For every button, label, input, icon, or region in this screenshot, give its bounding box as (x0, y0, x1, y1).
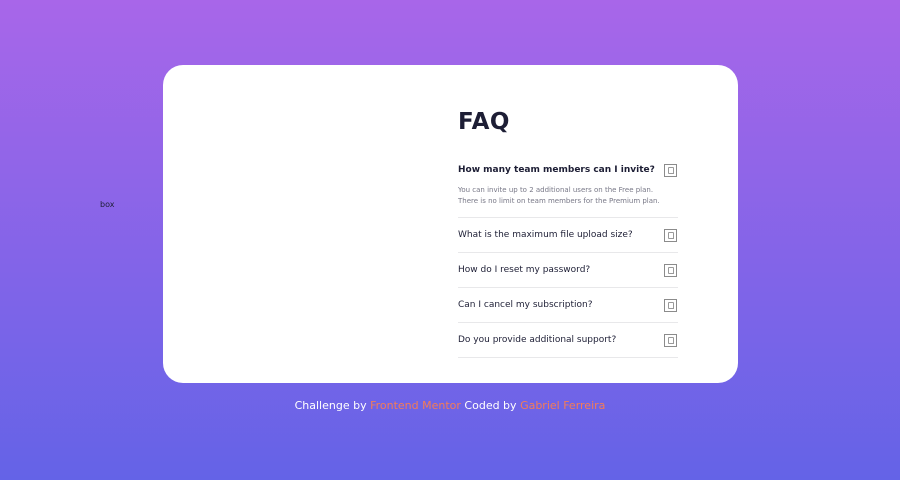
faq-question-button[interactable]: How many team members can I invite? (458, 153, 678, 187)
faq-question-button[interactable]: What is the maximum file upload size? (458, 218, 678, 252)
document-icon (664, 163, 677, 177)
faq-question-text: How many team members can I invite? (458, 165, 655, 175)
faq-question-button[interactable]: Do you provide additional support? (458, 323, 678, 357)
attribution-footer: Challenge by Frontend Mentor Coded by Ga… (0, 399, 900, 412)
author-link[interactable]: Gabriel Ferreira (520, 399, 605, 412)
faq-item: Do you provide additional support? (458, 323, 678, 358)
faq-item: How many team members can I invite? You … (458, 153, 678, 218)
faq-card: FAQ How many team members can I invite? … (163, 65, 738, 383)
faq-question-text: What is the maximum file upload size? (458, 230, 633, 240)
faq-item: Can I cancel my subscription? (458, 288, 678, 323)
faq-answer-line: You can invite up to 2 additional users … (458, 186, 654, 194)
faq-item: How do I reset my password? (458, 253, 678, 288)
faq-question-text: Can I cancel my subscription? (458, 300, 593, 310)
faq-question-text: How do I reset my password? (458, 265, 591, 275)
document-icon (664, 228, 677, 242)
faq-question-text: Do you provide additional support? (458, 335, 617, 345)
faq-answer: You can invite up to 2 additional users … (458, 185, 678, 217)
faq-item: What is the maximum file upload size? (458, 218, 678, 253)
document-icon (664, 298, 677, 312)
faq-question-button[interactable]: How do I reset my password? (458, 253, 678, 287)
faq-question-button[interactable]: Can I cancel my subscription? (458, 288, 678, 322)
document-icon (664, 263, 677, 277)
faq-list: How many team members can I invite? You … (458, 153, 678, 358)
faq-answer-line: There is no limit on team members for th… (458, 197, 660, 205)
document-icon (664, 333, 677, 347)
frontend-mentor-link[interactable]: Frontend Mentor (370, 399, 461, 412)
box-label: box (100, 200, 115, 209)
footer-middle: Coded by (464, 399, 517, 412)
footer-prefix: Challenge by (294, 399, 367, 412)
faq-title: FAQ (458, 109, 510, 135)
